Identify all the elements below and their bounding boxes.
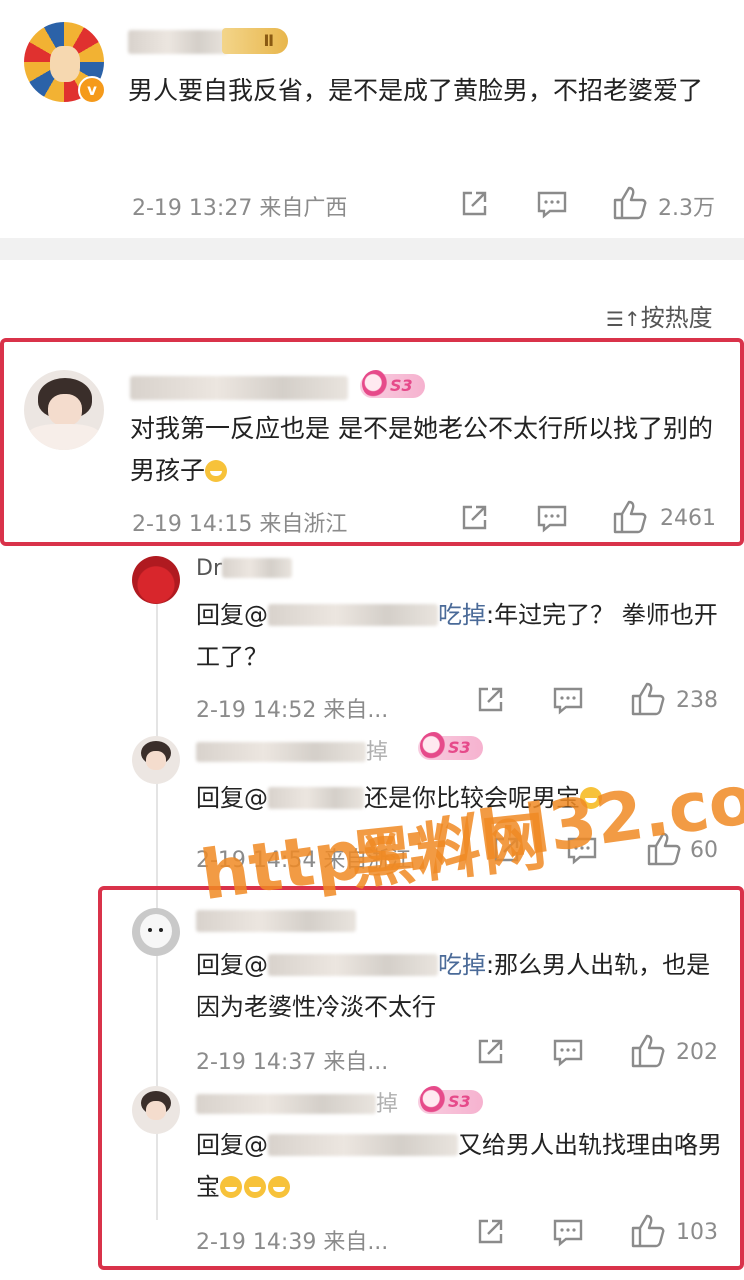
- verified-badge-icon: v: [78, 76, 106, 104]
- post-text: 男人要自我反省，是不是成了黄脸男，不招老婆爱了: [128, 76, 704, 105]
- grin-emoji-icon: [220, 1176, 242, 1198]
- reply-like-count: 238: [676, 688, 718, 713]
- mention-link[interactable]: 吃掉: [268, 951, 486, 979]
- level-badge: Ⅱ: [222, 28, 288, 54]
- reply-avatar[interactable]: [132, 908, 180, 956]
- comment-meta: 2-19 14:15 来自浙江: [132, 512, 348, 537]
- share-icon[interactable]: [458, 502, 490, 534]
- sort-icon: ☰↑: [606, 307, 641, 331]
- reply-like-count: 202: [676, 1040, 718, 1065]
- comment-icon[interactable]: [536, 502, 568, 534]
- like-icon[interactable]: [612, 186, 648, 220]
- mention-link[interactable]: [268, 787, 364, 809]
- reply-meta: 2-19 14:39 来自...: [196, 1230, 389, 1255]
- reply-avatar[interactable]: [132, 736, 180, 784]
- mention-link[interactable]: [268, 1134, 458, 1156]
- reply-username[interactable]: 掉: [196, 1086, 398, 1118]
- sort-label: 按热度: [640, 304, 713, 332]
- reply-text: 回复@ 吃掉:那么男人出轨，也是因为老婆性冷淡不太行: [196, 951, 711, 1021]
- reply-text: 回复@ 又给男人出轨找理由咯男宝: [196, 1131, 722, 1201]
- like-icon[interactable]: [630, 1034, 666, 1068]
- grin-emoji-icon: [244, 1176, 266, 1198]
- share-icon[interactable]: [474, 684, 506, 716]
- s3-badge: S3: [418, 1086, 483, 1114]
- reply-meta: 2-19 14:52 来自...: [196, 698, 389, 723]
- badge-mascot-icon: [420, 1086, 448, 1114]
- smile-emoji-icon: [205, 460, 228, 482]
- reply-username[interactable]: 掉: [196, 734, 388, 766]
- reply-meta: 2-19 14:37 来自...: [196, 1050, 389, 1075]
- sort-control[interactable]: ☰↑按热度: [606, 298, 713, 333]
- share-icon[interactable]: [474, 1216, 506, 1248]
- grin-emoji-icon: [268, 1176, 290, 1198]
- section-divider: [0, 238, 744, 260]
- comment-icon[interactable]: [536, 188, 568, 220]
- share-icon[interactable]: [474, 1036, 506, 1068]
- reply-like-count: 103: [676, 1220, 718, 1245]
- s3-badge: S3: [418, 732, 483, 760]
- comment-text: 对我第一反应也是 是不是她老公不太行所以找了别的男孩子: [130, 414, 713, 485]
- comment-icon[interactable]: [552, 1216, 584, 1248]
- like-icon[interactable]: [612, 500, 648, 534]
- like-icon[interactable]: [630, 682, 666, 716]
- reply-username[interactable]: Dr: [196, 556, 292, 581]
- like-icon[interactable]: [630, 1214, 666, 1248]
- comment-icon[interactable]: [552, 684, 584, 716]
- reply-avatar[interactable]: [132, 556, 180, 604]
- comment-like-count: 2461: [660, 506, 716, 531]
- comment-username[interactable]: [130, 376, 348, 400]
- share-icon[interactable]: [458, 188, 490, 220]
- badge-mascot-icon: [420, 732, 448, 760]
- s3-badge: S3: [360, 370, 425, 398]
- badge-mascot-icon: [362, 370, 390, 398]
- comment-icon[interactable]: [552, 1036, 584, 1068]
- post-username[interactable]: [128, 30, 228, 54]
- comment-avatar[interactable]: [24, 370, 104, 450]
- mention-link[interactable]: 吃掉: [268, 601, 486, 629]
- reply-avatar[interactable]: [132, 1086, 180, 1134]
- reply-text: 回复@ 吃掉:年过完了？ 拳师也开工了？: [196, 601, 718, 671]
- post-like-count: 2.3万: [658, 196, 715, 221]
- post-meta: 2-19 13:27 来自广西: [132, 196, 348, 221]
